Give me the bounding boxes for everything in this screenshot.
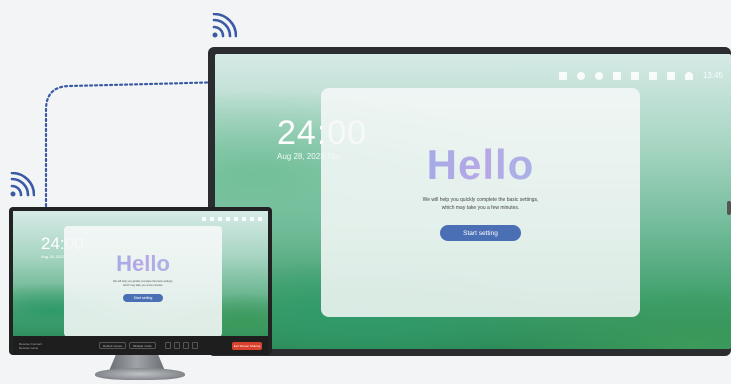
date: Aug 28, 2023 bbox=[41, 254, 65, 259]
screen-select[interactable]: Default screen bbox=[99, 342, 127, 349]
control-icon[interactable] bbox=[183, 342, 189, 349]
subtitle-line: which may take you a few minutes. bbox=[441, 205, 520, 211]
subtitle-line: We will help you quickly complete the ba… bbox=[422, 197, 539, 203]
sharing-taskbar: Receive Connect Receive name Default scr… bbox=[13, 336, 268, 355]
receiver-info: Receive Connect Receive name bbox=[19, 342, 42, 350]
start-setting-button[interactable]: Start setting bbox=[440, 225, 521, 241]
status-bar: 13:45 bbox=[558, 71, 723, 80]
file-icon bbox=[234, 217, 238, 221]
wifi-signal-icon bbox=[9, 171, 36, 198]
status-bar bbox=[202, 217, 262, 221]
receiver-name: Receive name bbox=[19, 345, 39, 350]
person-icon bbox=[226, 217, 230, 221]
pause-icon[interactable] bbox=[165, 342, 171, 349]
start-setting-button[interactable]: Start setting bbox=[123, 294, 163, 302]
exit-sharing-button[interactable]: Exit Screen Sharing bbox=[232, 342, 262, 350]
large-display: 13:45 24:00 Aug 28, 2023 Thu Hello We wi… bbox=[208, 47, 731, 356]
dialog-subtitle: We will help you quickly complete the ba… bbox=[321, 196, 640, 212]
screen-icon[interactable] bbox=[558, 71, 567, 80]
large-display-screen: 13:45 24:00 Aug 28, 2023 Thu Hello We wi… bbox=[215, 54, 731, 349]
wifi-icon[interactable] bbox=[684, 71, 693, 80]
volume-icon[interactable] bbox=[576, 71, 585, 80]
side-handle[interactable] bbox=[727, 201, 731, 215]
file-icon[interactable] bbox=[630, 71, 639, 80]
scene: 13:45 24:00 Aug 28, 2023 Thu Hello We wi… bbox=[0, 0, 731, 384]
welcome-dialog: Hello We will help you quickly complete … bbox=[64, 226, 222, 336]
camera-icon[interactable] bbox=[648, 71, 657, 80]
dialog-title: Hello bbox=[321, 141, 640, 189]
brightness-icon[interactable] bbox=[594, 71, 603, 80]
person-icon[interactable] bbox=[612, 71, 621, 80]
wifi-icon bbox=[258, 217, 262, 221]
camera-icon bbox=[242, 217, 246, 221]
monitor-stand-base bbox=[95, 368, 185, 380]
taskbar-tools bbox=[165, 342, 198, 349]
wifi-signal-icon bbox=[211, 12, 238, 39]
status-time: 13:45 bbox=[702, 71, 723, 80]
receiver-label: Receive Connect bbox=[19, 341, 42, 346]
network-icon bbox=[250, 217, 254, 221]
brightness-icon bbox=[218, 217, 222, 221]
more-icon[interactable] bbox=[192, 342, 198, 349]
desktop-monitor: 24:00 Aug 28, 2023 Hello We will help yo… bbox=[9, 207, 272, 355]
volume-icon bbox=[210, 217, 214, 221]
monitor-screen: 24:00 Aug 28, 2023 Hello We will help yo… bbox=[13, 211, 268, 336]
subtitle-line: which may take you a few minutes. bbox=[122, 284, 164, 287]
dialog-title: Hello bbox=[64, 251, 222, 277]
mute-icon[interactable] bbox=[174, 342, 180, 349]
mode-select[interactable]: Multiple mode bbox=[129, 342, 156, 349]
dialog-subtitle: We will help you quickly complete the ba… bbox=[64, 280, 222, 288]
network-icon[interactable] bbox=[666, 71, 675, 80]
welcome-dialog: Hello We will help you quickly complete … bbox=[321, 88, 640, 317]
screen-icon bbox=[202, 217, 206, 221]
